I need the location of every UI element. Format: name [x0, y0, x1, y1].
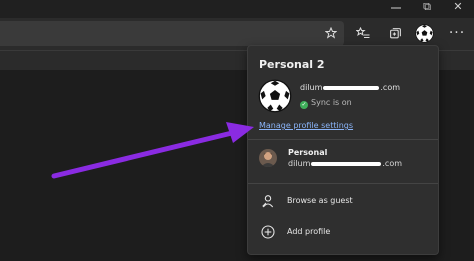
browse-as-guest-button[interactable]: Browse as guest [248, 186, 438, 216]
profile-button[interactable] [411, 21, 437, 46]
close-icon[interactable]: ✕ [443, 0, 473, 16]
email-suffix: .com [382, 159, 403, 168]
minimize-icon[interactable] [381, 0, 411, 16]
redaction-bar [323, 85, 380, 90]
add-icon [261, 225, 275, 239]
divider [248, 139, 438, 140]
star-icon[interactable] [318, 21, 344, 46]
manage-profile-settings-link[interactable]: Manage profile settings [259, 121, 353, 130]
other-profile-name: Personal [288, 148, 328, 157]
soccer-ball-avatar-icon [258, 79, 292, 113]
profile-title: Personal 2 [259, 58, 325, 71]
soccer-ball-avatar-icon [414, 23, 434, 43]
add-profile-button[interactable]: Add profile [248, 217, 438, 247]
redaction-bar [311, 161, 382, 166]
collections-icon[interactable] [382, 21, 408, 46]
more-options-button[interactable]: ··· [444, 21, 470, 46]
sync-status-label: Sync is on [311, 98, 352, 107]
address-bar[interactable] [0, 21, 344, 46]
sync-check-icon: ✓ [300, 101, 308, 109]
profile-email: dilum .com [300, 83, 400, 92]
email-prefix: dilum [300, 83, 323, 92]
profile-avatar [259, 149, 277, 167]
restore-icon[interactable]: ⧉ [412, 0, 442, 16]
email-prefix: dilum [288, 159, 311, 168]
other-profile-email: dilum .com [288, 159, 402, 168]
add-profile-label: Add profile [287, 227, 331, 236]
browse-as-guest-label: Browse as guest [287, 196, 353, 205]
profile-flyout: Personal 2 dilum .com ✓ Sync is on Manage … [247, 45, 439, 255]
guest-icon [262, 195, 274, 208]
email-suffix: .com [380, 83, 401, 92]
title-bar: ⧉ ✕ [0, 0, 474, 18]
divider [248, 183, 438, 184]
sync-status: ✓ Sync is on [300, 98, 352, 109]
favorites-list-icon[interactable] [350, 21, 376, 46]
